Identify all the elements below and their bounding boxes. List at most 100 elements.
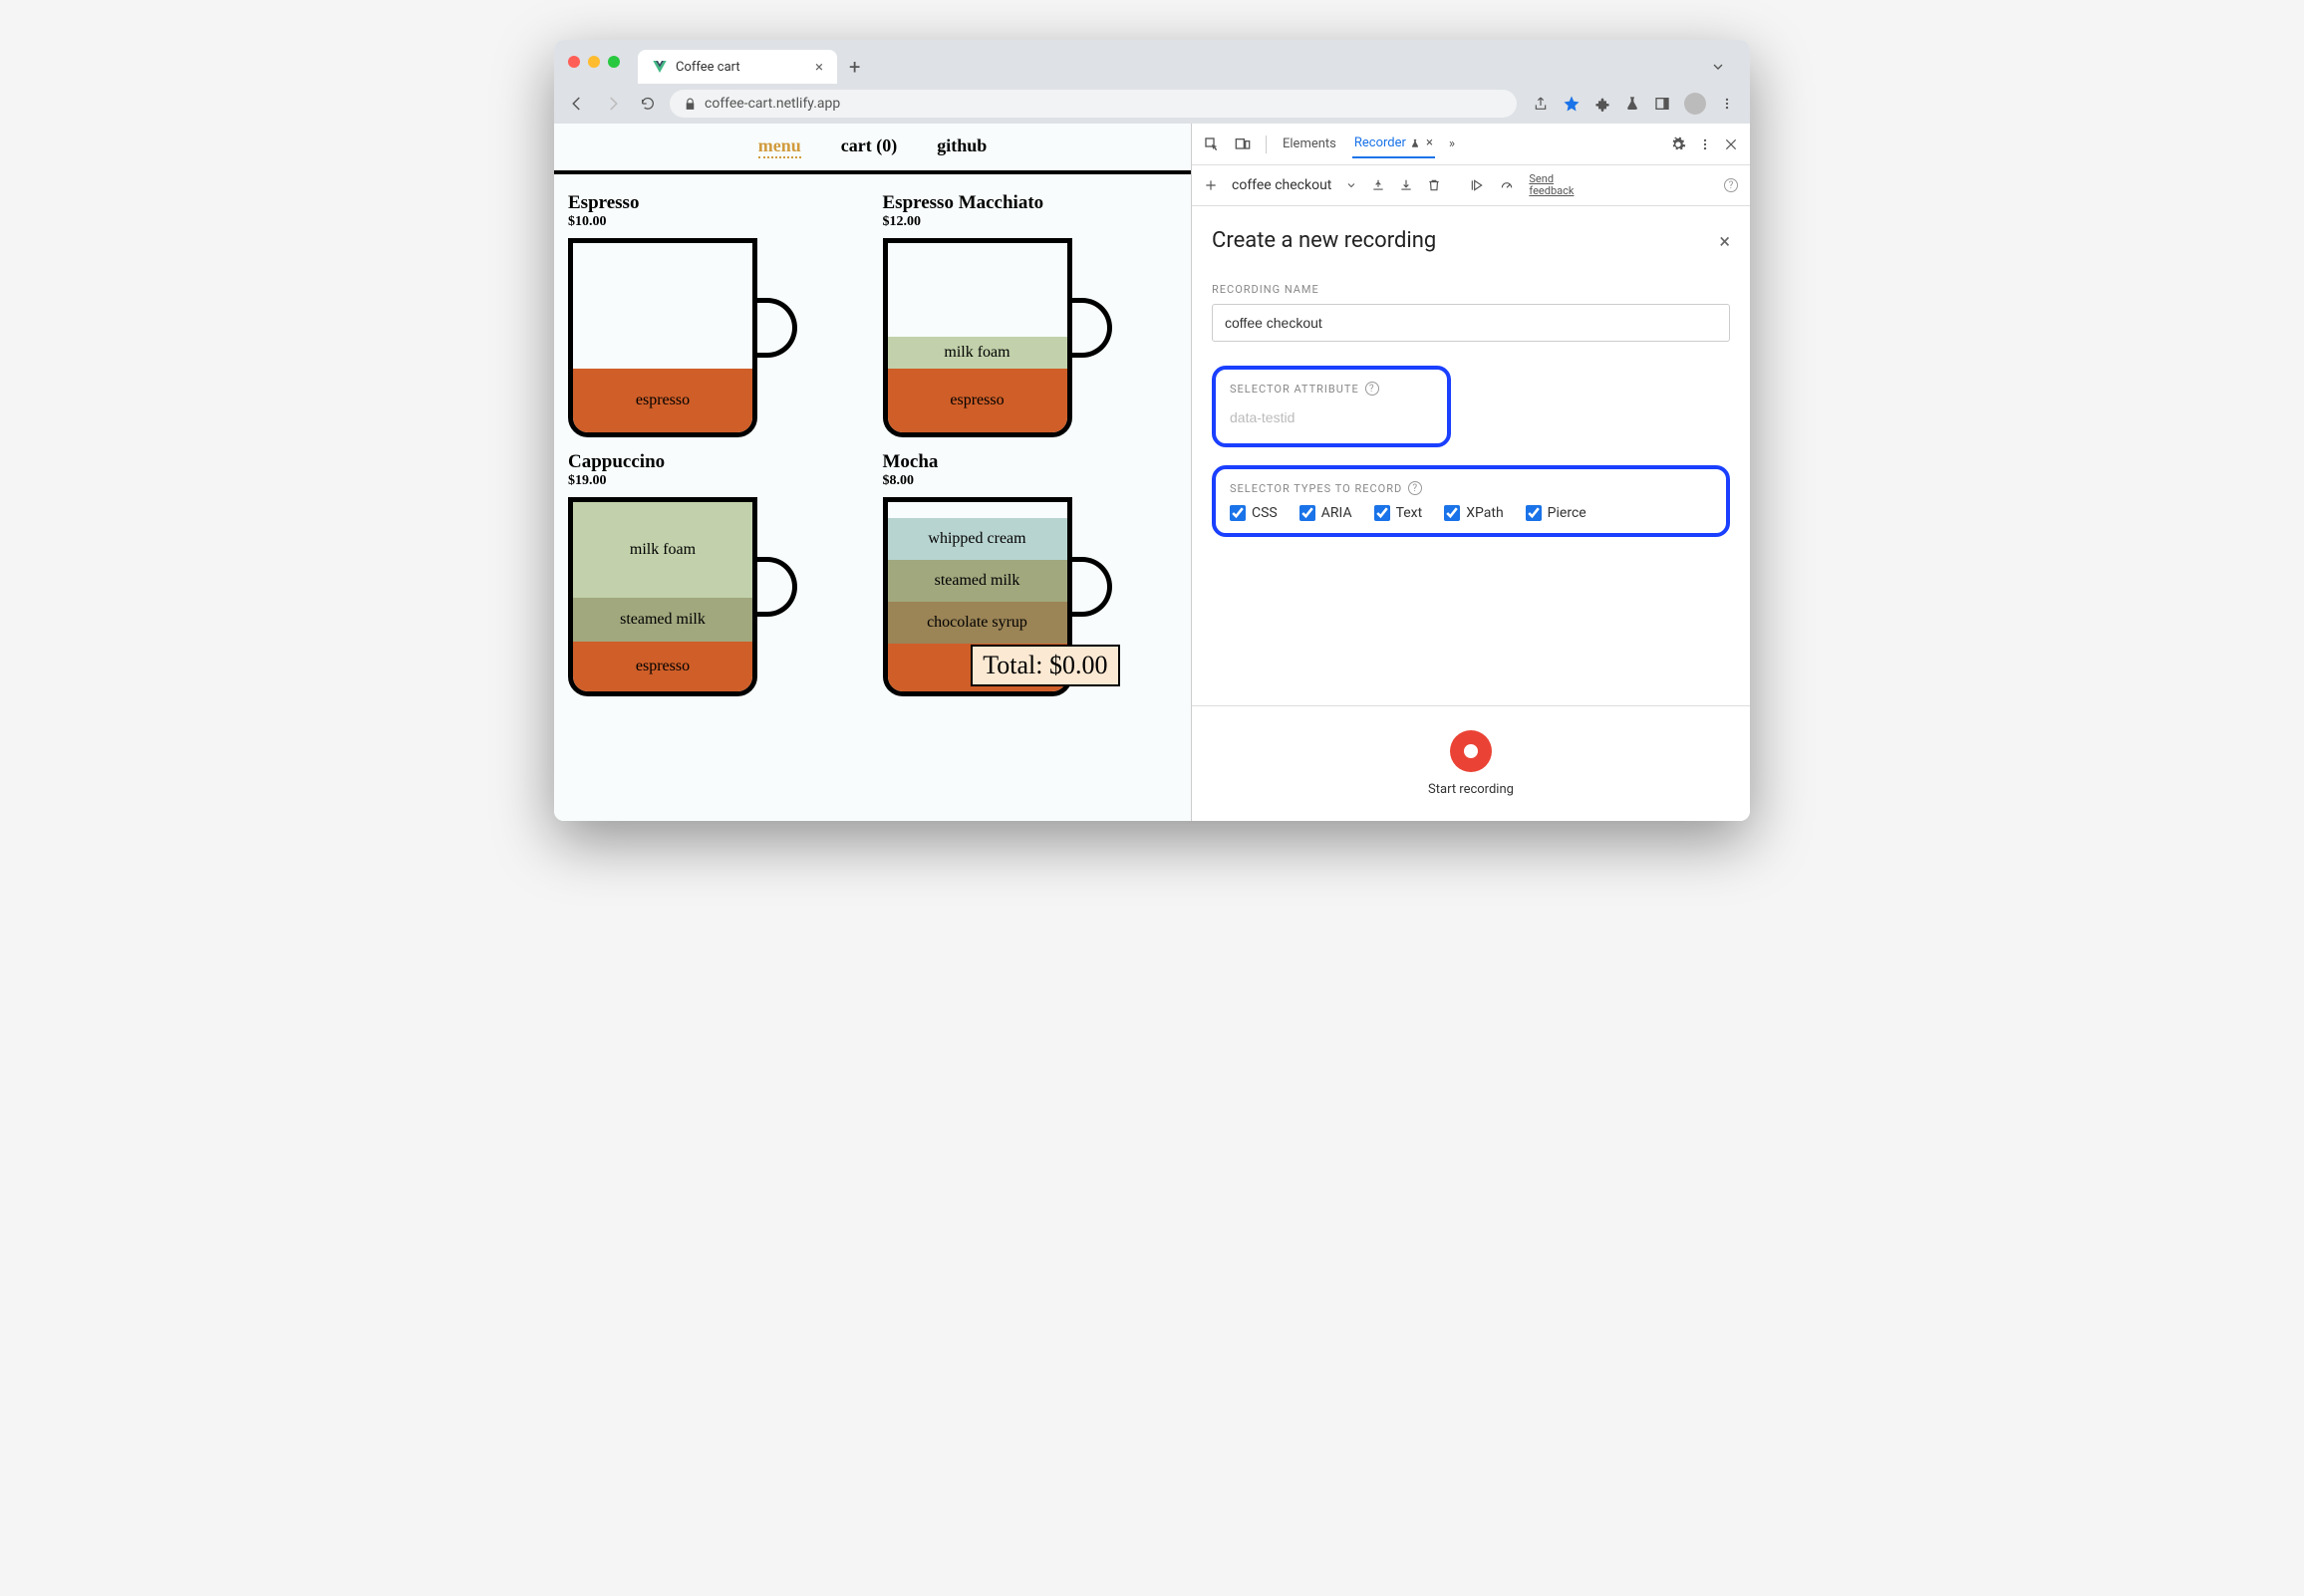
url-input[interactable]: coffee-cart.netlify.app — [670, 90, 1517, 118]
share-icon[interactable] — [1533, 96, 1549, 112]
step-play-icon[interactable] — [1469, 178, 1485, 192]
flow-name: coffee checkout — [1232, 177, 1331, 193]
recorder-toolbar: coffee checkout — [1192, 165, 1750, 206]
speed-icon[interactable] — [1499, 178, 1515, 192]
bookmark-star-icon[interactable] — [1563, 95, 1581, 113]
tab-close-icon[interactable]: × — [1426, 135, 1433, 150]
form-close-icon[interactable]: × — [1719, 229, 1730, 253]
flask-icon[interactable] — [1624, 96, 1640, 112]
side-panel-icon[interactable] — [1654, 96, 1670, 112]
gear-icon[interactable] — [1670, 136, 1686, 152]
new-tab-button[interactable]: + — [837, 55, 872, 79]
url-text: coffee-cart.netlify.app — [705, 96, 840, 112]
maximize-window-button[interactable] — [608, 56, 620, 68]
product-card[interactable]: Mocha$8.00 whipped creamsteamed milkchoco… — [883, 451, 1178, 696]
cup-layer: whipped cream — [888, 518, 1067, 560]
add-recording-icon[interactable] — [1204, 178, 1218, 192]
cup-layer: steamed milk — [888, 560, 1067, 602]
minimize-window-button[interactable] — [588, 56, 600, 68]
more-tabs-icon[interactable]: » — [1449, 136, 1455, 151]
cup-layer: milk foam — [573, 502, 752, 598]
coffee-cup: milk foamsteamed milkespresso — [568, 497, 797, 696]
vue-favicon-icon — [652, 59, 668, 75]
selector-attribute-input[interactable] — [1230, 403, 1433, 431]
forward-button[interactable] — [600, 93, 626, 115]
send-feedback-link[interactable]: Send feedback — [1529, 173, 1579, 197]
product-name: Espresso Macchiato — [883, 192, 1178, 214]
reload-button[interactable] — [636, 94, 660, 114]
extensions-icon[interactable] — [1594, 96, 1610, 112]
product-price: $8.00 — [883, 473, 1178, 489]
tabs-overflow-icon[interactable] — [1700, 59, 1736, 75]
product-grid: Espresso$10.00espressoEspresso Macchiato… — [554, 174, 1191, 714]
close-window-button[interactable] — [568, 56, 580, 68]
tab-title: Coffee cart — [676, 60, 740, 75]
traffic-lights — [568, 56, 620, 68]
product-price: $19.00 — [568, 473, 863, 489]
chevron-down-icon[interactable] — [1345, 179, 1357, 191]
devtools-close-icon[interactable] — [1724, 137, 1738, 151]
start-recording-button[interactable] — [1450, 730, 1492, 772]
page-nav: menu cart (0) github — [554, 124, 1191, 174]
product-name: Cappuccino — [568, 451, 863, 473]
recorder-footer: Start recording — [1192, 705, 1750, 821]
address-bar: coffee-cart.netlify.app — [554, 84, 1750, 124]
flask-icon — [1410, 137, 1420, 149]
checkbox-aria[interactable]: ARIA — [1299, 505, 1352, 521]
coffee-cup: espresso — [568, 238, 797, 437]
cart-total-overlay[interactable]: Total: $0.00 — [971, 645, 1119, 686]
tab-elements[interactable]: Elements — [1281, 131, 1338, 157]
cup-layer: espresso — [888, 369, 1067, 432]
delete-icon[interactable] — [1427, 178, 1441, 192]
selector-types-label: SELECTOR TYPES TO RECORD — [1230, 482, 1402, 495]
recording-name-label: RECORDING NAME — [1212, 283, 1730, 296]
profile-avatar-icon[interactable] — [1684, 93, 1706, 115]
checkbox-text[interactable]: Text — [1374, 505, 1423, 521]
help-icon[interactable]: ? — [1408, 481, 1422, 495]
recorder-form: Create a new recording × RECORDING NAME … — [1192, 206, 1750, 705]
product-price: $10.00 — [568, 214, 863, 230]
cup-layer: espresso — [573, 369, 752, 432]
kebab-menu-icon[interactable] — [1698, 137, 1712, 151]
cup-layer: chocolate syrup — [888, 602, 1067, 644]
tab-strip: Coffee cart × + — [554, 40, 1750, 84]
selector-attribute-label: SELECTOR ATTRIBUTE — [1230, 383, 1359, 396]
import-icon[interactable] — [1399, 178, 1413, 192]
selector-types-highlight: SELECTOR TYPES TO RECORD ? CSS ARIA Text… — [1212, 465, 1730, 537]
form-title: Create a new recording — [1212, 228, 1436, 253]
devtools-tabs: Elements Recorder × » — [1192, 124, 1750, 165]
start-recording-label: Start recording — [1428, 782, 1514, 797]
tab-close-icon[interactable]: × — [815, 58, 823, 76]
product-name: Mocha — [883, 451, 1178, 473]
browser-tab[interactable]: Coffee cart × — [638, 50, 837, 84]
devtools-panel: Elements Recorder × » — [1192, 124, 1750, 821]
nav-github[interactable]: github — [937, 135, 987, 158]
cup-layer: steamed milk — [573, 598, 752, 642]
recording-name-input[interactable] — [1212, 304, 1730, 342]
help-icon[interactable]: ? — [1365, 382, 1379, 396]
coffee-cup: milk foamespresso — [883, 238, 1112, 437]
product-card[interactable]: Cappuccino$19.00 milk foamsteamed milkesp… — [568, 451, 863, 696]
cup-layer: milk foam — [888, 337, 1067, 369]
product-card[interactable]: Espresso$10.00 espresso — [568, 192, 863, 437]
page-panel: menu cart (0) github Espresso$10.00 espre… — [554, 124, 1192, 821]
selector-attribute-highlight: SELECTOR ATTRIBUTE ? — [1212, 366, 1451, 447]
kebab-menu-icon[interactable] — [1720, 97, 1734, 111]
inspect-element-icon[interactable] — [1204, 136, 1220, 152]
device-toolbar-icon[interactable] — [1234, 136, 1252, 152]
help-icon[interactable]: ? — [1724, 178, 1738, 192]
product-price: $12.00 — [883, 214, 1178, 230]
nav-menu[interactable]: menu — [758, 135, 801, 158]
coffee-cup: whipped creamsteamed milkchocolate syrup… — [883, 497, 1112, 696]
browser-window: Coffee cart × + coffee-cart.netlify.app — [554, 40, 1750, 821]
back-button[interactable] — [564, 93, 590, 115]
product-card[interactable]: Espresso Macchiato$12.00 milk foamespress… — [883, 192, 1178, 437]
product-name: Espresso — [568, 192, 863, 214]
tab-recorder[interactable]: Recorder × — [1352, 130, 1435, 158]
checkbox-xpath[interactable]: XPath — [1444, 505, 1503, 521]
lock-icon — [684, 98, 697, 111]
checkbox-css[interactable]: CSS — [1230, 505, 1278, 521]
checkbox-pierce[interactable]: Pierce — [1526, 505, 1586, 521]
export-icon[interactable] — [1371, 178, 1385, 192]
nav-cart[interactable]: cart (0) — [841, 135, 897, 158]
